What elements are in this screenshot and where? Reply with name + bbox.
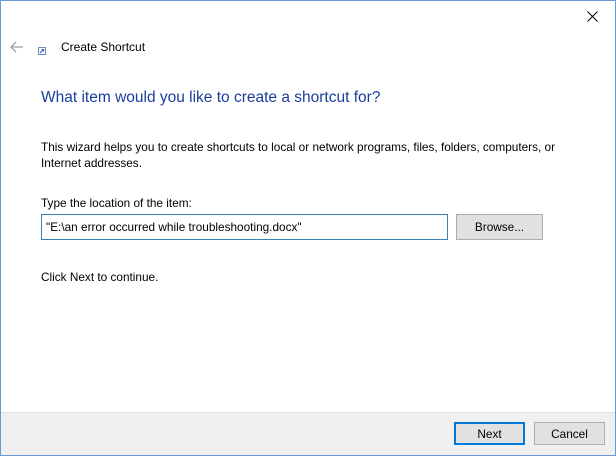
location-label: Type the location of the item:: [41, 196, 192, 210]
close-icon: [586, 10, 598, 22]
window-title: Create Shortcut: [61, 40, 146, 54]
wizard-footer: Next Cancel: [1, 412, 615, 455]
browse-button[interactable]: Browse...: [456, 214, 543, 240]
back-button[interactable]: [7, 38, 27, 56]
close-button[interactable]: [569, 1, 615, 31]
wizard-description: This wizard helps you to create shortcut…: [41, 140, 556, 170]
next-button[interactable]: Next: [454, 422, 525, 445]
page-heading: What item would you like to create a sho…: [41, 89, 381, 106]
continue-instruction: Click Next to continue.: [41, 270, 159, 284]
shortcut-icon: [38, 47, 46, 55]
location-input[interactable]: [41, 214, 448, 240]
create-shortcut-window: Create Shortcut What item would you like…: [0, 0, 616, 456]
arrow-left-icon: [10, 41, 23, 53]
cancel-button[interactable]: Cancel: [534, 422, 605, 445]
